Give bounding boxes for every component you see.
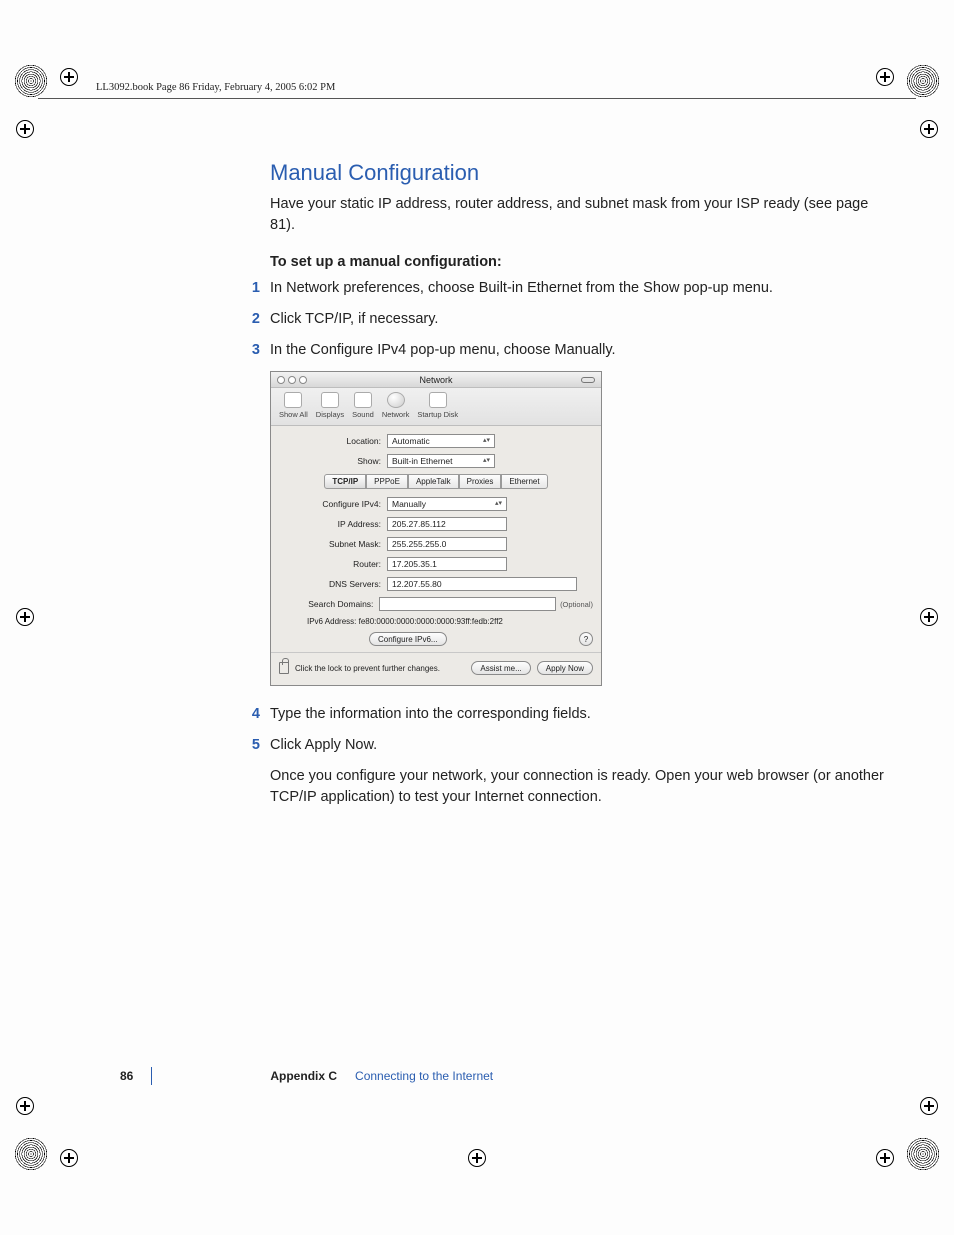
apply-now-button[interactable]: Apply Now [537,661,593,675]
tab-ethernet[interactable]: Ethernet [501,474,547,489]
tab-pppoe[interactable]: PPPoE [366,474,408,489]
ipv6-label: IPv6 Address: [307,617,356,626]
step-number: 5 [246,735,260,756]
search-domains-label: Search Domains: [279,599,379,609]
dns-field[interactable]: 12.207.55.80 [387,577,577,591]
divider [271,652,601,653]
page-footer: 86 Appendix C Connecting to the Internet [120,1067,493,1085]
show-select[interactable]: Built-in Ethernet ▴▾ [387,454,495,468]
page-number: 86 [120,1069,133,1083]
step-number: 1 [246,278,260,299]
registration-spirograph [14,1137,48,1171]
configure-ipv4-label: Configure IPv4: [279,499,387,509]
crop-mark-icon [60,1149,78,1167]
step-number: 2 [246,309,260,330]
select-arrows-icon: ▴▾ [483,438,490,444]
window-title: Network [271,375,601,385]
tab-proxies[interactable]: Proxies [459,474,502,489]
toolbar-label: Network [382,410,410,419]
crop-mark-icon [16,1097,34,1115]
dns-label: DNS Servers: [279,579,387,589]
crop-mark-icon [468,1149,486,1167]
lock-text: Click the lock to prevent further change… [295,664,440,673]
step-number: 3 [246,340,260,361]
registration-spirograph [906,1137,940,1171]
ip-address-label: IP Address: [279,519,387,529]
configure-ipv4-select[interactable]: Manually ▴▾ [387,497,507,511]
toolbar-startup-disk[interactable]: Startup Disk [417,392,458,419]
toolbar-sound[interactable]: Sound [352,392,374,419]
crop-mark-icon [876,1149,894,1167]
toolbar-label: Show All [279,410,308,419]
step-text: In the Configure IPv4 pop-up menu, choos… [270,340,890,361]
lock-icon[interactable] [279,662,289,674]
procedure-heading: To set up a manual configuration: [270,254,890,270]
show-label: Show: [279,456,387,466]
select-arrows-icon: ▴▾ [495,501,502,507]
crop-mark-icon [16,608,34,626]
appendix-title: Connecting to the Internet [355,1069,493,1083]
location-select[interactable]: Automatic ▴▾ [387,434,495,448]
select-arrows-icon: ▴▾ [483,458,490,464]
assist-me-button[interactable]: Assist me... [471,661,530,675]
tab-tcpip[interactable]: TCP/IP [324,474,366,489]
toolbar-label: Sound [352,410,374,419]
search-domains-field[interactable] [379,597,556,611]
closing-paragraph: Once you configure your network, your co… [270,766,890,808]
prefpane-toolbar: Show All Displays Sound Network Startup … [271,388,601,426]
ipv6-value: fe80:0000:0000:0000:0000:93ff:fedb:2ff2 [359,617,503,626]
tab-appletalk[interactable]: AppleTalk [408,474,459,489]
step-text: In Network preferences, choose Built-in … [270,278,890,299]
configure-ipv4-value: Manually [392,499,426,509]
step-text: Click Apply Now. [270,735,890,756]
location-value: Automatic [392,436,430,446]
crop-mark-icon [16,120,34,138]
router-field[interactable]: 17.205.35.1 [387,557,507,571]
help-button[interactable]: ? [579,632,593,646]
footer-rule [151,1067,152,1085]
registration-spirograph [906,64,940,98]
appendix-label: Appendix C [270,1069,337,1083]
header-rule [38,98,916,99]
ip-address-field[interactable]: 205.27.85.112 [387,517,507,531]
subnet-mask-field[interactable]: 255.255.255.0 [387,537,507,551]
page-header-meta: LL3092.book Page 86 Friday, February 4, … [96,82,335,93]
section-title: Manual Configuration [270,160,890,186]
procedure-steps-bottom: 4Type the information into the correspon… [270,704,890,756]
registration-spirograph [14,64,48,98]
step-number: 4 [246,704,260,725]
window-titlebar: Network [271,372,601,388]
router-label: Router: [279,559,387,569]
crop-mark-icon [920,1097,938,1115]
location-label: Location: [279,436,387,446]
subnet-mask-label: Subnet Mask: [279,539,387,549]
toolbar-displays[interactable]: Displays [316,392,344,419]
prefpane-tabs: TCP/IP PPPoE AppleTalk Proxies Ethernet [279,474,593,489]
step-text: Click TCP/IP, if necessary. [270,309,890,330]
intro-paragraph: Have your static IP address, router addr… [270,194,890,236]
step-text: Type the information into the correspond… [270,704,890,725]
toolbar-label: Startup Disk [417,410,458,419]
crop-mark-icon [60,68,78,86]
crop-mark-icon [920,608,938,626]
configure-ipv6-button[interactable]: Configure IPv6... [369,632,447,646]
toolbar-network[interactable]: Network [382,392,410,419]
optional-note: (Optional) [560,600,593,609]
network-prefpane-screenshot: Network Show All Displays Sound Network … [270,371,602,686]
show-value: Built-in Ethernet [392,456,452,466]
crop-mark-icon [876,68,894,86]
crop-mark-icon [920,120,938,138]
toolbar-label: Displays [316,410,344,419]
procedure-steps-top: 1In Network preferences, choose Built-in… [270,278,890,361]
toolbar-show-all[interactable]: Show All [279,392,308,419]
